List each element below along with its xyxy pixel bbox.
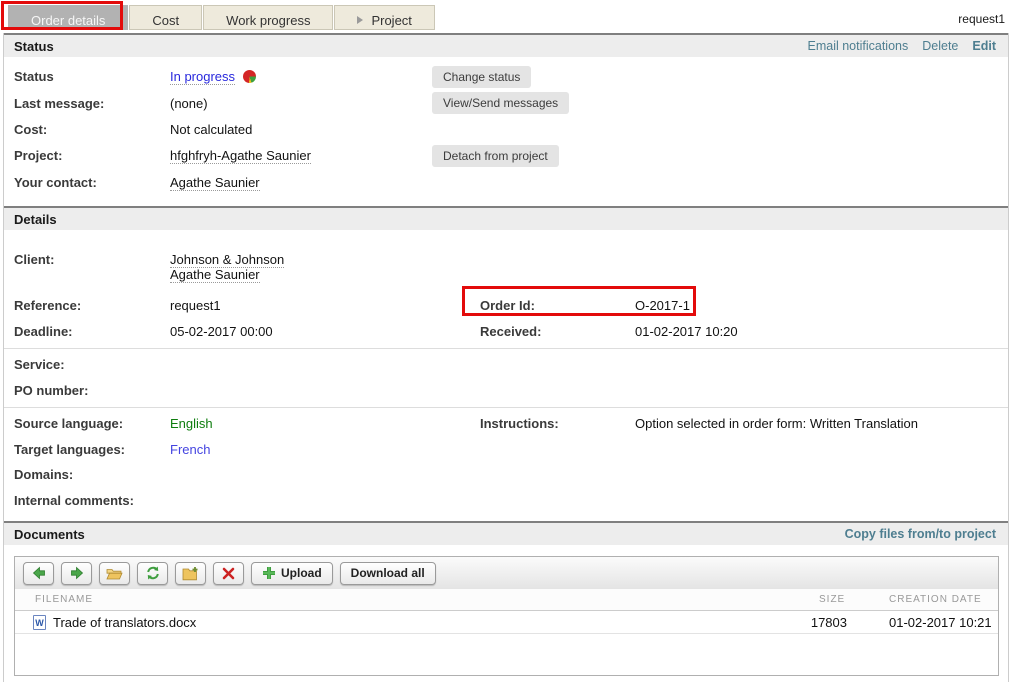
project-label: Project:	[14, 148, 62, 163]
source-language-label: Source language:	[14, 416, 123, 431]
tab-work-progress-label: Work progress	[226, 13, 310, 28]
upload-button[interactable]: Upload	[251, 562, 333, 585]
refresh-icon	[145, 565, 161, 581]
internal-comments-label: Internal comments:	[14, 493, 134, 508]
reference-label: Reference:	[14, 298, 81, 313]
detach-from-project-button[interactable]: Detach from project	[432, 145, 559, 167]
word-file-icon: W	[33, 615, 46, 630]
upload-button-label: Upload	[281, 566, 322, 580]
documents-section-title: Documents	[4, 527, 85, 542]
client-contact-link[interactable]: Agathe Saunier	[170, 267, 260, 283]
reference-value: request1	[170, 298, 221, 313]
back-arrow-icon	[31, 565, 47, 581]
documents-toolbar: Upload Download all	[15, 557, 998, 589]
instructions-value: Option selected in order form: Written T…	[635, 416, 918, 431]
cost-label: Cost:	[14, 122, 47, 137]
file-row[interactable]: W Trade of translators.docx 17803 01-02-…	[15, 611, 998, 634]
details-section-header: Details	[4, 206, 1008, 230]
tab-work-progress[interactable]: Work progress	[203, 5, 333, 30]
tab-order-details-label: Order details	[31, 13, 105, 28]
download-all-button-label: Download all	[351, 566, 425, 580]
delete-link[interactable]: Delete	[922, 39, 958, 53]
details-divider-2	[4, 407, 1008, 408]
file-size: 17803	[785, 615, 847, 630]
open-folder-icon	[106, 566, 123, 581]
delete-file-button[interactable]	[213, 562, 244, 585]
tab-bar: Order details Cost Work progress Project	[8, 5, 436, 30]
client-name-link[interactable]: Johnson & Johnson	[170, 252, 284, 268]
view-send-messages-button[interactable]: View/Send messages	[432, 92, 569, 114]
details-section-title: Details	[4, 212, 57, 227]
service-label: Service:	[14, 357, 65, 372]
received-value: 01-02-2017 10:20	[635, 324, 738, 339]
pie-chart-status-icon	[243, 70, 256, 83]
forward-arrow-icon	[69, 565, 85, 581]
your-contact-label: Your contact:	[14, 175, 97, 190]
deadline-label: Deadline:	[14, 324, 73, 339]
email-notifications-link[interactable]: Email notifications	[808, 39, 909, 53]
new-folder-button[interactable]	[175, 562, 206, 585]
forward-arrow-button[interactable]	[61, 562, 92, 585]
tab-cost[interactable]: Cost	[129, 5, 202, 30]
documents-table-header: FILENAME SIZE CREATION DATE	[15, 589, 998, 611]
target-languages-value: French	[170, 442, 210, 457]
frame-left-edge	[3, 33, 4, 682]
cost-value: Not calculated	[170, 122, 252, 137]
tab-project-label: Project	[371, 13, 411, 28]
open-folder-button[interactable]	[99, 562, 130, 585]
your-contact-value[interactable]: Agathe Saunier	[170, 175, 260, 191]
download-all-button[interactable]: Download all	[340, 562, 436, 585]
domains-label: Domains:	[14, 467, 73, 482]
tab-project[interactable]: Project	[334, 5, 434, 30]
status-value-link[interactable]: In progress	[170, 69, 235, 85]
new-folder-icon	[182, 566, 199, 581]
plus-icon	[262, 566, 276, 580]
tab-order-details[interactable]: Order details	[8, 5, 128, 30]
status-field-label: Status	[14, 69, 54, 84]
page-reference: request1	[958, 12, 1005, 26]
filename-column-header[interactable]: FILENAME	[35, 594, 93, 605]
details-divider-1	[4, 348, 1008, 349]
documents-section-header: Documents Copy files from/to project	[4, 521, 1008, 545]
order-id-label: Order Id:	[480, 298, 535, 313]
deadline-value: 05-02-2017 00:00	[170, 324, 273, 339]
tab-cost-label: Cost	[152, 13, 179, 28]
back-arrow-button[interactable]	[23, 562, 54, 585]
last-message-value: (none)	[170, 96, 208, 111]
documents-panel: Upload Download all FILENAME SIZE CREATI…	[14, 556, 999, 676]
refresh-button[interactable]	[137, 562, 168, 585]
file-creation-date: 01-02-2017 10:21	[889, 615, 992, 630]
client-label: Client:	[14, 252, 54, 267]
creation-date-column-header[interactable]: CREATION DATE	[889, 594, 982, 605]
status-section-header: Status Email notifications Delete Edit	[4, 33, 1008, 57]
source-language-value: English	[170, 416, 213, 431]
target-languages-label: Target languages:	[14, 442, 125, 457]
status-section-title: Status	[4, 39, 54, 54]
delete-x-icon	[221, 566, 236, 581]
order-details-page: Order details Cost Work progress Project…	[0, 0, 1013, 682]
project-value-link[interactable]: hfghfryh-Agathe Saunier	[170, 148, 311, 164]
change-status-button[interactable]: Change status	[432, 66, 531, 88]
status-section-actions: Email notifications Delete Edit	[808, 35, 997, 57]
instructions-label: Instructions:	[480, 416, 559, 431]
edit-link[interactable]: Edit	[972, 39, 996, 53]
file-name: Trade of translators.docx	[53, 615, 196, 630]
frame-right-edge	[1008, 33, 1009, 682]
received-label: Received:	[480, 324, 541, 339]
po-number-label: PO number:	[14, 383, 88, 398]
project-tab-arrow-icon	[357, 16, 363, 24]
copy-files-link[interactable]: Copy files from/to project	[845, 527, 996, 541]
order-id-value: O-2017-1	[635, 298, 690, 313]
last-message-label: Last message:	[14, 96, 104, 111]
size-column-header[interactable]: SIZE	[819, 594, 845, 605]
